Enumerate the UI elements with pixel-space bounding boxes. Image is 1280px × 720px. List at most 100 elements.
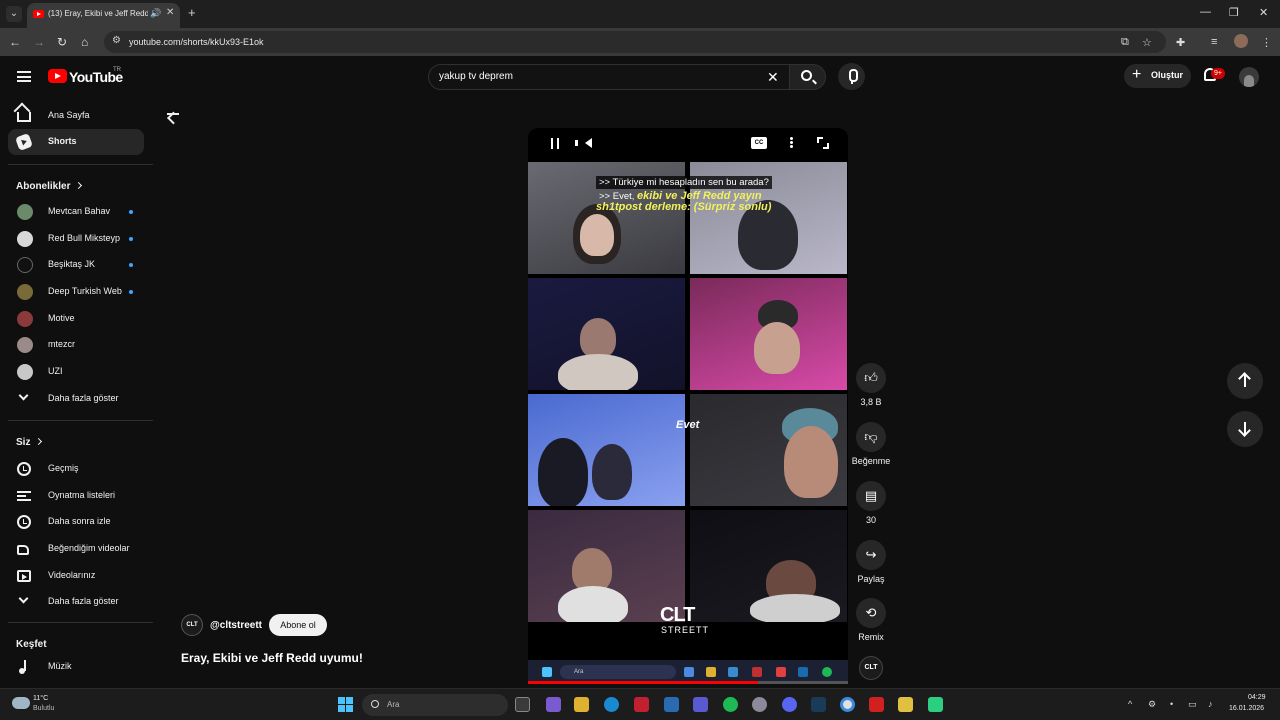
app-icon[interactable]: [898, 697, 913, 712]
volume-icon[interactable]: [575, 138, 592, 148]
youtube-logo-icon[interactable]: [48, 69, 67, 83]
captions-icon[interactable]: CC: [751, 137, 767, 149]
sidebar-item-subscription[interactable]: UZI: [8, 359, 144, 385]
more-options-icon[interactable]: [790, 137, 793, 140]
close-window-button[interactable]: ✕: [1259, 6, 1268, 19]
dislike-button[interactable]: 👎︎ Beğenme: [852, 422, 890, 466]
create-button[interactable]: + Oluştur: [1124, 64, 1191, 88]
restore-button[interactable]: ❐: [1229, 6, 1239, 19]
weather-status[interactable]: Bulutlu: [33, 705, 54, 712]
new-tab-button[interactable]: +: [188, 5, 196, 20]
video-title[interactable]: Eray, Ekibi ve Jeff Redd uyumu!: [181, 651, 363, 665]
show-more-subscriptions[interactable]: Daha fazla göster: [8, 386, 144, 412]
search-query[interactable]: yakup tv deprem: [439, 71, 513, 82]
edge-icon[interactable]: [604, 697, 619, 712]
back-arrow-icon[interactable]: [167, 113, 179, 115]
comments-button[interactable]: ▤ 30: [856, 481, 886, 525]
fullscreen-icon[interactable]: [817, 137, 829, 149]
voice-search-icon[interactable]: [838, 63, 865, 90]
sidebar-item-subscription[interactable]: Beşiktaş JK: [8, 252, 144, 278]
tab-search-dropdown[interactable]: ⌄: [6, 6, 22, 22]
clear-search-icon[interactable]: ✕: [767, 69, 779, 86]
you-section-title[interactable]: Siz: [16, 437, 43, 448]
browser-tab[interactable]: (13) Eray, Ekibi ve Jeff Redd 🔊 ✕: [27, 3, 180, 28]
app-icon[interactable]: [869, 697, 884, 712]
sidebar-item-music[interactable]: Müzik: [8, 654, 144, 680]
home-icon[interactable]: ⌂: [81, 35, 88, 49]
browser-profile-avatar[interactable]: [1234, 34, 1248, 48]
clock-date[interactable]: 16.01.2026: [1229, 705, 1264, 712]
next-short-button[interactable]: [1227, 411, 1263, 447]
video-cell: [528, 278, 685, 390]
close-tab-icon[interactable]: ✕: [166, 7, 174, 18]
store-icon[interactable]: [664, 697, 679, 712]
search-button[interactable]: [789, 64, 826, 90]
media-control-icon[interactable]: ≡: [1211, 36, 1217, 48]
minimize-button[interactable]: —: [1200, 6, 1211, 18]
like-button[interactable]: 👍︎ 3,8 B: [856, 363, 886, 407]
account-avatar[interactable]: [1239, 67, 1259, 87]
discord-icon[interactable]: [782, 697, 797, 712]
app-icon[interactable]: [634, 697, 649, 712]
task-view-icon[interactable]: [515, 697, 530, 712]
back-arrow-icon[interactable]: ←: [9, 35, 21, 49]
browser-menu-icon[interactable]: ⋮: [1261, 36, 1272, 49]
app-icon[interactable]: [928, 697, 943, 712]
volume-icon[interactable]: ♪: [1208, 699, 1213, 709]
audio-playing-icon[interactable]: 🔊: [150, 8, 161, 19]
sidebar-item-watch-later[interactable]: Daha sonra izle: [8, 509, 144, 535]
sidebar-item-history[interactable]: Geçmiş: [8, 456, 144, 482]
subscribe-button[interactable]: Abone ol: [269, 614, 327, 636]
site-info-icon[interactable]: ⚙: [112, 35, 121, 46]
sidebar-item-subscription[interactable]: mtezcr: [8, 332, 144, 358]
chrome-icon[interactable]: [840, 697, 855, 712]
steam-icon[interactable]: [811, 697, 826, 712]
taskbar-search[interactable]: Ara: [362, 694, 508, 716]
sidebar-item-your-videos[interactable]: Videolarınız: [8, 563, 144, 589]
channel-avatar[interactable]: CLT: [181, 614, 203, 636]
menu-icon[interactable]: [17, 71, 31, 82]
clock-time[interactable]: 04:29: [1248, 694, 1266, 701]
sidebar-item-liked-videos[interactable]: Beğendiğim videolar: [8, 536, 144, 562]
extensions-icon[interactable]: ✚: [1176, 36, 1185, 49]
network-icon[interactable]: ▭: [1188, 699, 1197, 710]
subscriptions-title[interactable]: Abonelikler: [16, 181, 83, 192]
pause-icon[interactable]: [551, 138, 559, 149]
previous-short-button[interactable]: [1227, 363, 1263, 399]
sidebar-item-home[interactable]: Ana Sayfa: [8, 103, 144, 129]
spotify-icon[interactable]: [723, 697, 738, 712]
copilot-icon[interactable]: [546, 697, 561, 712]
sidebar-item-playlists[interactable]: Oynatma listeleri: [8, 483, 144, 509]
sidebar-item-subscription[interactable]: Deep Turkish Web: [8, 279, 144, 305]
sidebar-item-subscription[interactable]: Red Bull Miksteyp: [8, 226, 144, 252]
reload-icon[interactable]: ↻: [57, 35, 67, 49]
weather-temperature[interactable]: 11°C: [33, 695, 48, 702]
sidebar-item-subscription[interactable]: Mevtcan Bahav: [8, 199, 144, 225]
remix-button[interactable]: ⟲ Remix: [856, 598, 886, 642]
channel-handle[interactable]: @cltstreett: [210, 620, 262, 631]
cloud-icon[interactable]: [12, 697, 30, 709]
progress-bar[interactable]: [528, 681, 848, 684]
divider: [8, 164, 153, 165]
file-explorer-icon[interactable]: [574, 697, 589, 712]
forward-arrow-icon[interactable]: →: [33, 35, 45, 49]
microphone-icon[interactable]: •: [1170, 699, 1173, 709]
history-icon: [17, 462, 31, 476]
tray-app-icon[interactable]: ⚙: [1148, 699, 1156, 710]
tray-overflow-icon[interactable]: ^: [1128, 699, 1132, 709]
sidebar-item-subscription[interactable]: Motive: [8, 306, 144, 332]
sidebar-item-label: Daha fazla göster: [48, 393, 119, 403]
url-text[interactable]: youtube.com/shorts/kkUx93-E1ok: [129, 37, 264, 47]
start-icon[interactable]: [338, 697, 353, 712]
address-bar[interactable]: ⚙ youtube.com/shorts/kkUx93-E1ok: [104, 31, 1166, 53]
search-input[interactable]: yakup tv deprem ✕: [428, 64, 790, 90]
shorts-player[interactable]: CC >> Türkiye mi hesapladın sen bu arada…: [528, 128, 848, 684]
channel-avatar-small[interactable]: CLT: [859, 656, 883, 680]
teams-icon[interactable]: [693, 697, 708, 712]
settings-icon[interactable]: [752, 697, 767, 712]
bookmark-star-icon[interactable]: ☆: [1142, 36, 1152, 49]
install-app-icon[interactable]: ⧉: [1121, 36, 1129, 49]
show-more-you[interactable]: Daha fazla göster: [8, 589, 144, 615]
sidebar-item-shorts[interactable]: Shorts: [8, 129, 144, 155]
share-button[interactable]: ↪ Paylaş: [856, 540, 886, 584]
